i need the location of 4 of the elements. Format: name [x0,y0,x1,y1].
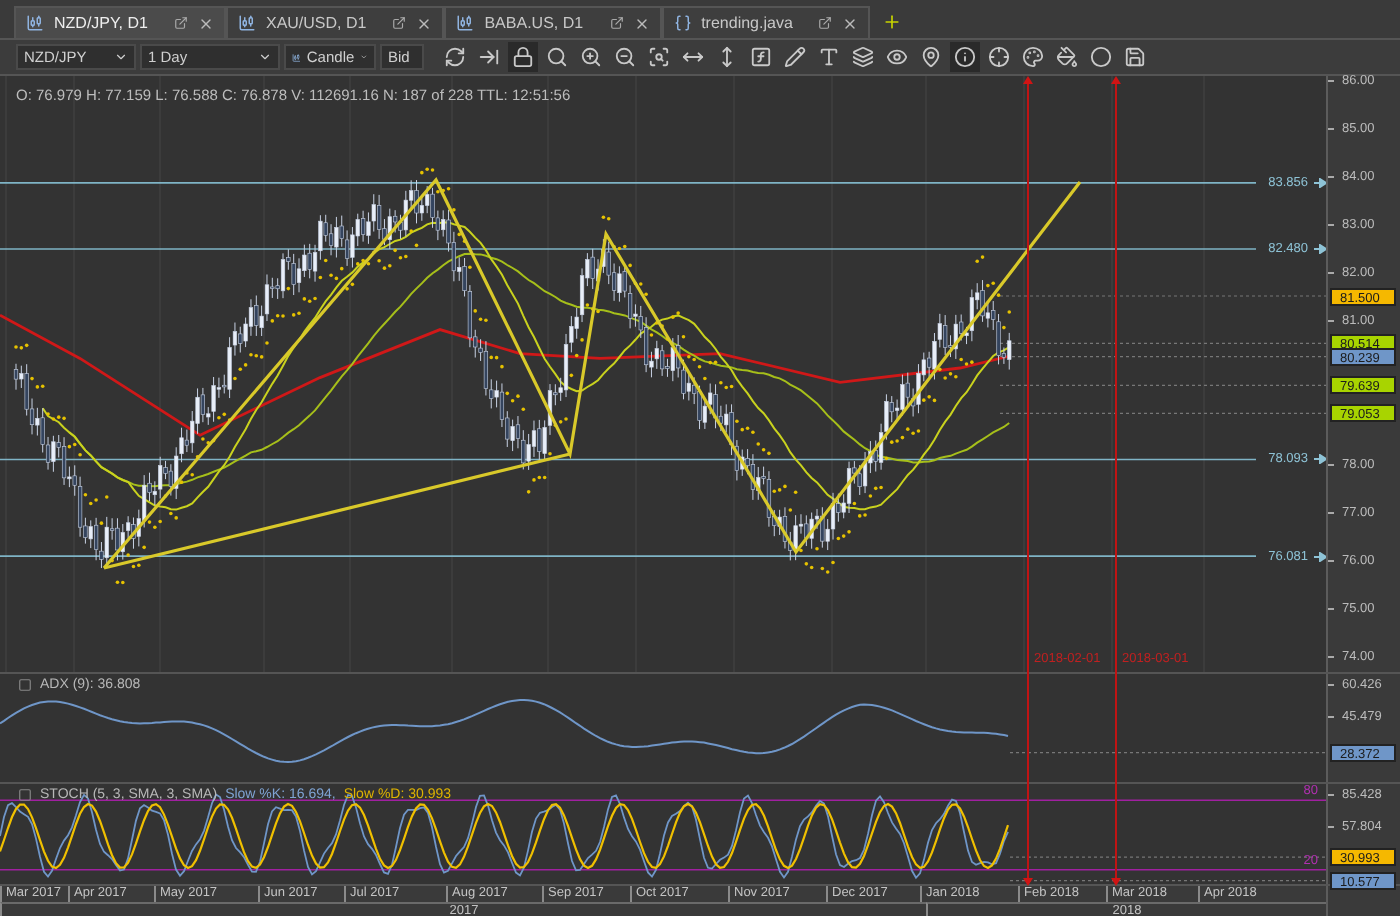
chart-tab[interactable]: NZD/JPY, D1 [14,6,226,38]
chart-tab[interactable]: XAU/USD, D1 [225,6,445,38]
chart-tab[interactable]: BABA.US, D1 [444,6,662,38]
chart-tab[interactable]: trending.java [661,6,871,38]
